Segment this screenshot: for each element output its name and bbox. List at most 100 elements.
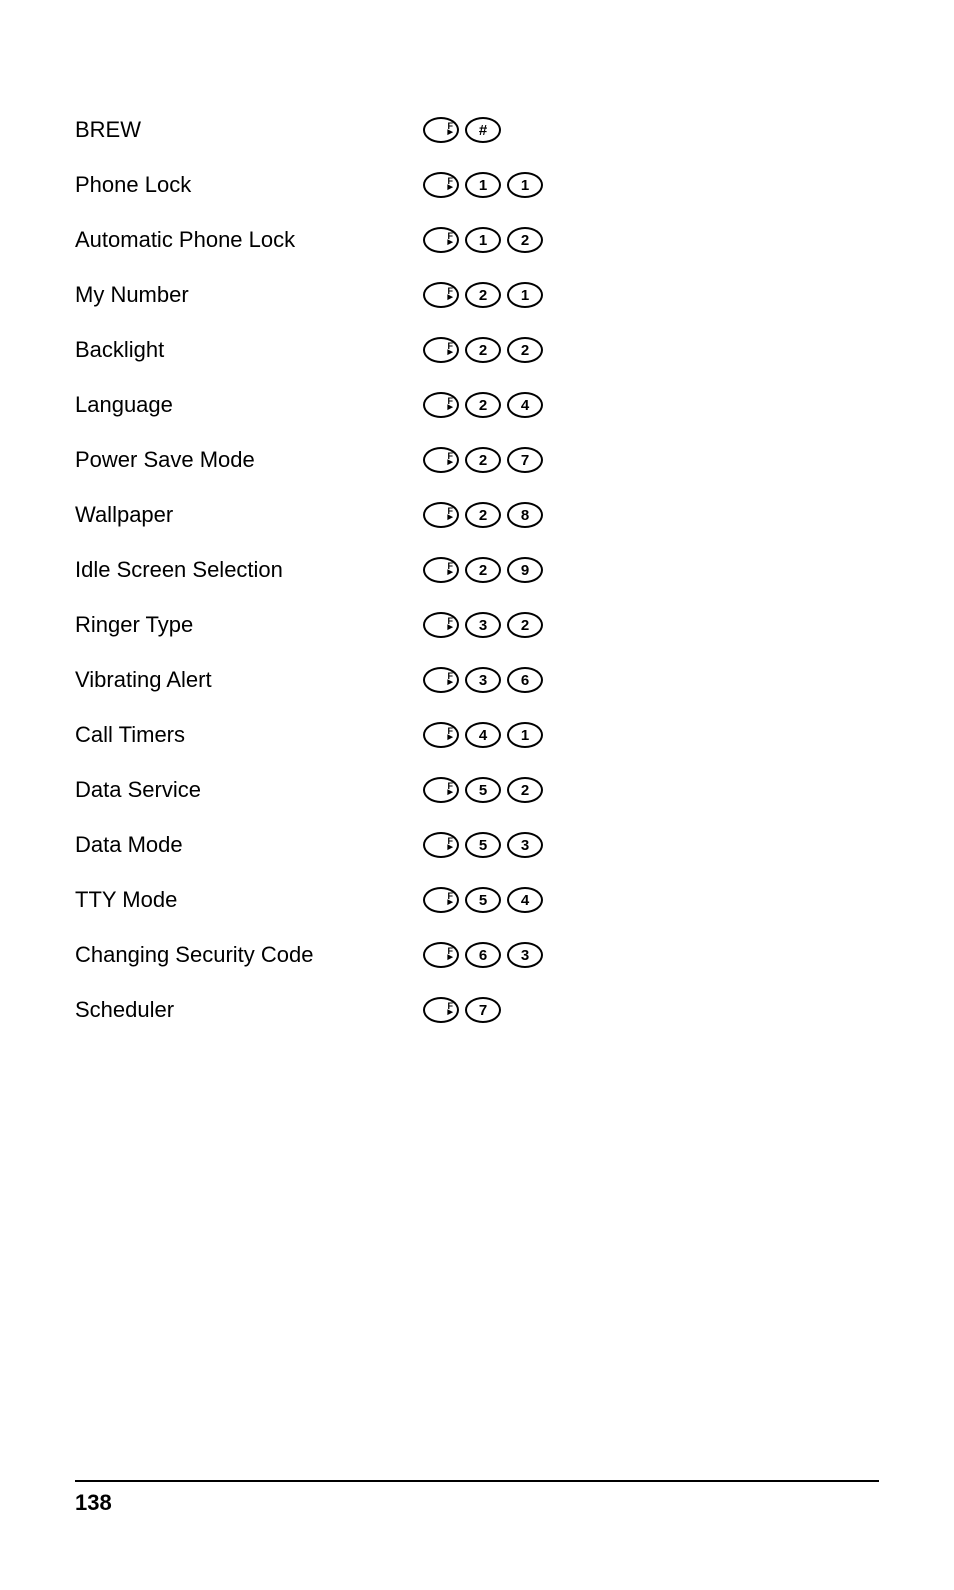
key-label: 4 — [521, 892, 529, 909]
key-label: 1 — [521, 177, 529, 194]
shortcut-label: My Number — [75, 282, 423, 308]
shortcut-keys: F▶32 — [423, 612, 543, 638]
function-key-icon: F▶ — [423, 612, 459, 638]
key-7: 7 — [507, 447, 543, 473]
key-label: 4 — [521, 397, 529, 414]
shortcut-label: Ringer Type — [75, 612, 423, 638]
function-key-icon: F▶ — [423, 337, 459, 363]
page-number: 138 — [75, 1490, 879, 1516]
key-3: 3 — [507, 942, 543, 968]
shortcut-row: Vibrating AlertF▶36 — [75, 665, 879, 695]
key-4: 4 — [465, 722, 501, 748]
key-6: 6 — [507, 667, 543, 693]
key-2: 2 — [465, 557, 501, 583]
function-key-label: F▶ — [448, 839, 454, 851]
shortcut-keys: F▶ 2 2 — [423, 337, 543, 363]
shortcut-keys: F▶ 5 3 — [423, 832, 543, 858]
function-key-label: F▶ — [448, 179, 454, 191]
function-key-icon: F▶ — [423, 887, 459, 913]
shortcut-row: Changing Security CodeF▶6 3 — [75, 940, 879, 970]
menu-shortcut-list: BREWF▶#Phone LockF▶11Automatic Phone Loc… — [0, 0, 954, 1025]
key-label: 1 — [521, 287, 529, 304]
shortcut-label: Backlight — [75, 337, 423, 363]
shortcut-keys: F▶ 5 2 — [423, 777, 543, 803]
shortcut-row: Data ServiceF▶ 5 2 — [75, 775, 879, 805]
key-label: 6 — [521, 672, 529, 689]
key-label: 2 — [521, 782, 529, 799]
key-3: 3 — [507, 832, 543, 858]
function-key-icon: F▶ — [423, 282, 459, 308]
key-2: 2 — [465, 502, 501, 528]
key-2: 2 — [507, 337, 543, 363]
key-label: 2 — [479, 562, 487, 579]
shortcut-row: SchedulerF▶7 — [75, 995, 879, 1025]
key-3: 3 — [465, 612, 501, 638]
function-key-label: F▶ — [448, 234, 454, 246]
shortcut-row: BREWF▶# — [75, 115, 879, 145]
function-key-icon: F▶ — [423, 502, 459, 528]
key-label: 2 — [479, 397, 487, 414]
function-key-label: F▶ — [448, 619, 454, 631]
key-#: # — [465, 117, 501, 143]
key-label: 3 — [521, 837, 529, 854]
function-key-icon: F▶ — [423, 777, 459, 803]
shortcut-label: Changing Security Code — [75, 942, 423, 968]
key-label: 7 — [479, 1002, 487, 1019]
function-key-icon: F▶ — [423, 557, 459, 583]
key-6: 6 — [465, 942, 501, 968]
shortcut-label: Phone Lock — [75, 172, 423, 198]
key-label: 1 — [521, 727, 529, 744]
key-label: 5 — [479, 782, 487, 799]
shortcut-label: BREW — [75, 117, 423, 143]
key-5: 5 — [465, 777, 501, 803]
key-1: 1 — [507, 172, 543, 198]
key-1: 1 — [507, 722, 543, 748]
shortcut-label: Idle Screen Selection — [75, 557, 423, 583]
key-label: 1 — [479, 177, 487, 194]
key-label: 2 — [479, 452, 487, 469]
shortcut-label: Wallpaper — [75, 502, 423, 528]
function-key-label: F▶ — [448, 399, 454, 411]
shortcut-row: Phone Lock F▶ 1 1 — [75, 170, 879, 200]
shortcut-keys: F▶6 3 — [423, 942, 543, 968]
function-key-label: F▶ — [448, 729, 454, 741]
shortcut-row: Call TimersF▶41 — [75, 720, 879, 750]
function-key-icon: F▶ — [423, 667, 459, 693]
key-label: 2 — [479, 342, 487, 359]
key-label: 5 — [479, 837, 487, 854]
key-label: 4 — [479, 727, 487, 744]
function-key-label: F▶ — [448, 674, 454, 686]
shortcut-row: Power Save ModeF▶27 — [75, 445, 879, 475]
shortcut-keys: F▶54 — [423, 887, 543, 913]
function-key-icon: F▶ — [423, 942, 459, 968]
shortcut-label: Data Service — [75, 777, 423, 803]
function-key-label: F▶ — [448, 564, 454, 576]
shortcut-keys: F▶ 1 2 — [423, 227, 543, 253]
key-7: 7 — [465, 997, 501, 1023]
key-label: 2 — [479, 287, 487, 304]
key-label: # — [479, 122, 487, 139]
shortcut-keys: F▶ 1 1 — [423, 172, 543, 198]
shortcut-row: BacklightF▶ 2 2 — [75, 335, 879, 365]
key-label: 2 — [521, 232, 529, 249]
shortcut-keys: F▶29 — [423, 557, 543, 583]
key-5: 5 — [465, 832, 501, 858]
shortcut-keys: F▶ 2 7 — [423, 447, 543, 473]
key-label: 3 — [521, 947, 529, 964]
shortcut-row: Automatic Phone LockF▶12 — [75, 225, 879, 255]
shortcut-keys: F▶# — [423, 117, 501, 143]
key-label: 3 — [479, 672, 487, 689]
function-key-icon: F▶ — [423, 832, 459, 858]
shortcut-row: Ringer TypeF▶32 — [75, 610, 879, 640]
function-key-icon: F▶ — [423, 722, 459, 748]
shortcut-keys: F▶ 7 — [423, 997, 501, 1023]
function-key-label: F▶ — [448, 454, 454, 466]
key-label: 8 — [521, 507, 529, 524]
shortcut-label: TTY Mode — [75, 887, 423, 913]
function-key-label: F▶ — [448, 1004, 454, 1016]
shortcut-row: My Number F▶ 2 1 — [75, 280, 879, 310]
shortcut-row: WallpaperF▶2 8 — [75, 500, 879, 530]
shortcut-label: Language — [75, 392, 423, 418]
key-label: 1 — [479, 232, 487, 249]
function-key-label: F▶ — [448, 289, 454, 301]
